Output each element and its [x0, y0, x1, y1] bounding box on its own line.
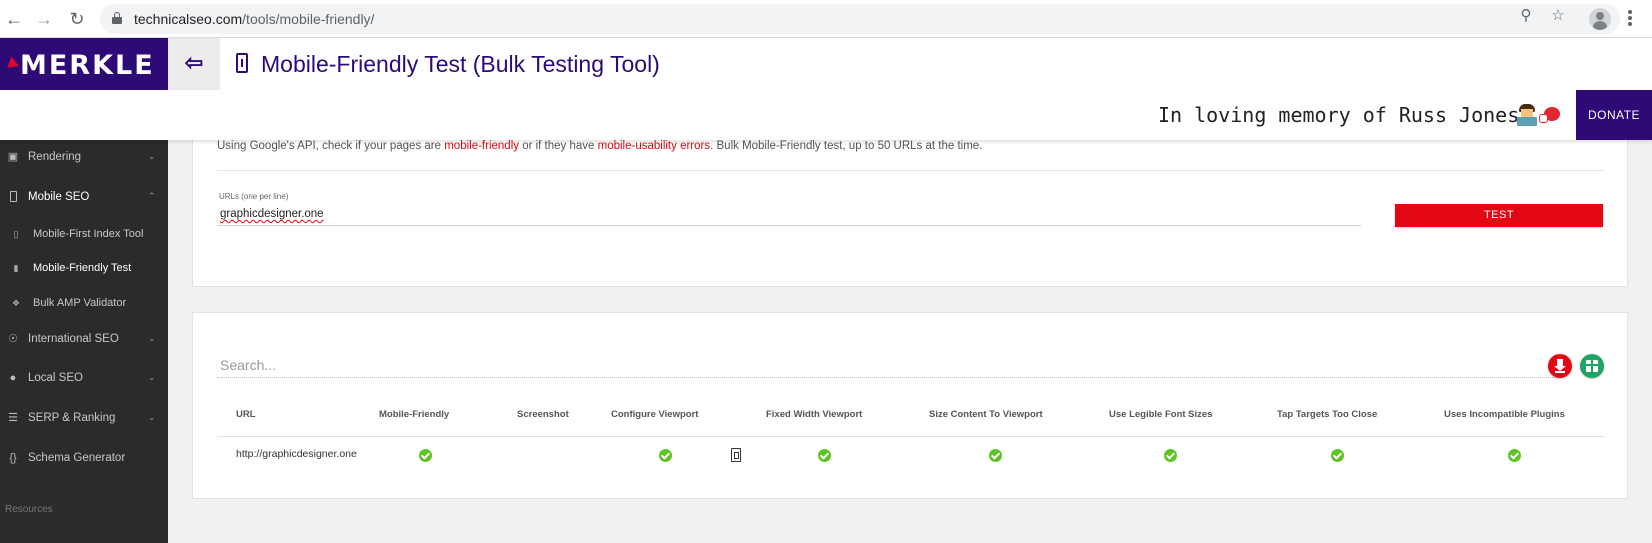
lock-icon	[112, 12, 122, 24]
column-header-fixed-width-viewport[interactable]: Fixed Width Viewport	[766, 409, 862, 420]
download-icon	[1554, 359, 1566, 371]
spreadsheet-icon	[1586, 360, 1598, 372]
column-header-screenshot[interactable]: Screenshot	[517, 409, 569, 420]
browser-toolbar: ← → ↻ technicalseo.com/tools/mobile-frie…	[0, 0, 1652, 38]
check-icon	[659, 449, 672, 462]
intro-highlight-mobile-friendly: mobile-friendly	[444, 140, 519, 152]
sidebar-item-local-seo[interactable]: ● Local SEO ⌄	[0, 361, 168, 397]
sidebar-item-label: Local SEO	[28, 372, 83, 384]
bolt-icon: ❖	[11, 298, 21, 308]
forward-icon[interactable]: →	[34, 9, 54, 29]
braces-icon: {}	[9, 452, 17, 464]
search-input[interactable]: Search...	[220, 357, 276, 373]
collapse-sidebar-button[interactable]: ⇦	[168, 38, 220, 90]
back-icon[interactable]: ←	[4, 9, 24, 29]
sidebar-item-label: Rendering	[28, 151, 82, 163]
technologist-emoji-icon	[1517, 104, 1537, 126]
urls-field-label: URLs (one per line)	[219, 192, 289, 201]
address-bar[interactable]: technicalseo.com/tools/mobile-friendly/	[100, 4, 1620, 34]
reload-icon[interactable]: ↻	[67, 9, 87, 29]
chevron-down-icon: ⌄	[148, 333, 156, 343]
sidebar-item-label: International SEO	[28, 333, 119, 345]
download-button[interactable]	[1548, 354, 1572, 378]
mobile-phone-icon	[236, 53, 248, 73]
sidebar-item-label: Schema Generator	[28, 452, 126, 464]
url-path: /tools/mobile-friendly/	[242, 11, 375, 27]
column-header-url[interactable]: URL	[236, 409, 256, 420]
intro-highlight-usability-errors: mobile-usability errors	[597, 140, 711, 152]
pin-icon: ●	[9, 372, 17, 384]
check-icon	[989, 449, 1002, 462]
column-header-size-content[interactable]: Size Content To Viewport	[929, 409, 1043, 420]
chevron-up-icon: ⌃	[148, 191, 156, 201]
url-host: technicalseo.com	[134, 11, 243, 27]
divider	[217, 170, 1605, 171]
screenshot-phone-icon[interactable]	[731, 448, 741, 462]
logo-text: MERKLE	[20, 50, 155, 81]
index-icon: ▯	[13, 229, 19, 239]
phone-icon	[7, 191, 19, 203]
monitor-icon: ▣	[7, 151, 19, 163]
boxing-glove-emoji-icon	[1539, 107, 1561, 125]
test-form-card: Using Google's API, check if your pages …	[192, 140, 1628, 287]
profile-avatar-icon[interactable]	[1589, 8, 1611, 30]
sidebar-item-serp-ranking[interactable]: ☰ SERP & Ranking ⌄	[0, 401, 168, 437]
page-title: Mobile-Friendly Test (Bulk Testing Tool)	[261, 51, 660, 77]
sidebar-item-label: Mobile SEO	[28, 191, 90, 203]
zoom-icon[interactable]: ⚲	[1517, 7, 1535, 25]
sidebar-item-label: SERP & Ranking	[28, 412, 116, 424]
sidebar-subitem-mobile-first-index[interactable]: ▯ Mobile-First Index Tool	[0, 217, 168, 251]
results-card: Search... URL Mobile-Friendly Screenshot…	[192, 312, 1628, 499]
sidebar-subitem-label: Mobile-Friendly Test	[33, 262, 132, 274]
column-header-mobile-friendly[interactable]: Mobile-Friendly	[379, 409, 449, 420]
intro-text: or if they have	[519, 140, 598, 152]
urls-textarea[interactable]: graphicdesigner.one	[220, 208, 324, 220]
chevron-down-icon: ⌄	[148, 372, 156, 382]
search-underline	[217, 377, 1561, 378]
column-header-configure-viewport[interactable]: Configure Viewport	[611, 409, 698, 420]
tool-description: Using Google's API, check if your pages …	[217, 140, 982, 152]
merkle-logo[interactable]: MERKLE	[0, 38, 168, 90]
test-button[interactable]: TEST	[1395, 204, 1603, 227]
sidebar-item-schema-generator[interactable]: {} Schema Generator	[0, 441, 168, 477]
memorial-bar: In loving memory of Russ Jones DONATE	[0, 90, 1652, 140]
browser-menu-icon[interactable]	[1628, 10, 1632, 28]
sidebar-item-mobile-seo[interactable]: Mobile SEO ⌃	[0, 180, 168, 216]
column-header-legible-font[interactable]: Use Legible Font Sizes	[1109, 409, 1212, 420]
table-header-divider	[217, 436, 1605, 437]
donate-button[interactable]: DONATE	[1576, 90, 1652, 140]
export-sheets-button[interactable]	[1580, 354, 1604, 378]
result-url-cell[interactable]: http://graphicdesigner.one	[236, 448, 357, 460]
check-icon	[419, 449, 432, 462]
check-icon	[818, 449, 831, 462]
check-icon	[1164, 449, 1177, 462]
urls-field-underline	[217, 225, 1361, 226]
chevron-down-icon: ⌄	[148, 151, 156, 161]
bookmark-star-icon[interactable]: ☆	[1549, 7, 1567, 25]
check-icon	[1508, 449, 1521, 462]
sidebar-subitem-label: Bulk AMP Validator	[33, 297, 127, 309]
phone-small-icon: ▮	[13, 263, 19, 273]
sidebar-subitem-mobile-friendly-test[interactable]: ▮ Mobile-Friendly Test	[0, 251, 168, 285]
intro-text: Using Google's API, check if your pages …	[217, 140, 445, 152]
sidebar-item-rendering[interactable]: ▣ Rendering ⌄	[0, 140, 168, 176]
list-icon: ☰	[8, 412, 18, 424]
column-header-tap-targets[interactable]: Tap Targets Too Close	[1277, 409, 1377, 420]
app-header: MERKLE ⇦ Mobile-Friendly Test (Bulk Test…	[0, 38, 1652, 90]
sidebar-subitem-label: Mobile-First Index Tool	[33, 228, 144, 240]
chevron-down-icon: ⌄	[148, 412, 156, 422]
column-header-incompatible-plugins[interactable]: Uses Incompatible Plugins	[1444, 409, 1565, 420]
intro-text: . Bulk Mobile-Friendly test, up to 50 UR…	[710, 140, 983, 152]
memorial-text: In loving memory of Russ Jones	[1158, 103, 1520, 127]
sidebar: ▣ Rendering ⌄ Mobile SEO ⌃ ▯ Mobile-Firs…	[0, 140, 168, 543]
sidebar-item-international-seo[interactable]: ☉ International SEO ⌄	[0, 322, 168, 358]
sidebar-subitem-bulk-amp-validator[interactable]: ❖ Bulk AMP Validator	[0, 286, 168, 320]
address-url[interactable]: technicalseo.com/tools/mobile-friendly/	[134, 11, 374, 27]
check-icon	[1331, 449, 1344, 462]
logo-mark-icon	[7, 56, 21, 72]
sidebar-section-resources: Resources	[5, 504, 53, 515]
globe-icon: ☉	[8, 333, 18, 345]
